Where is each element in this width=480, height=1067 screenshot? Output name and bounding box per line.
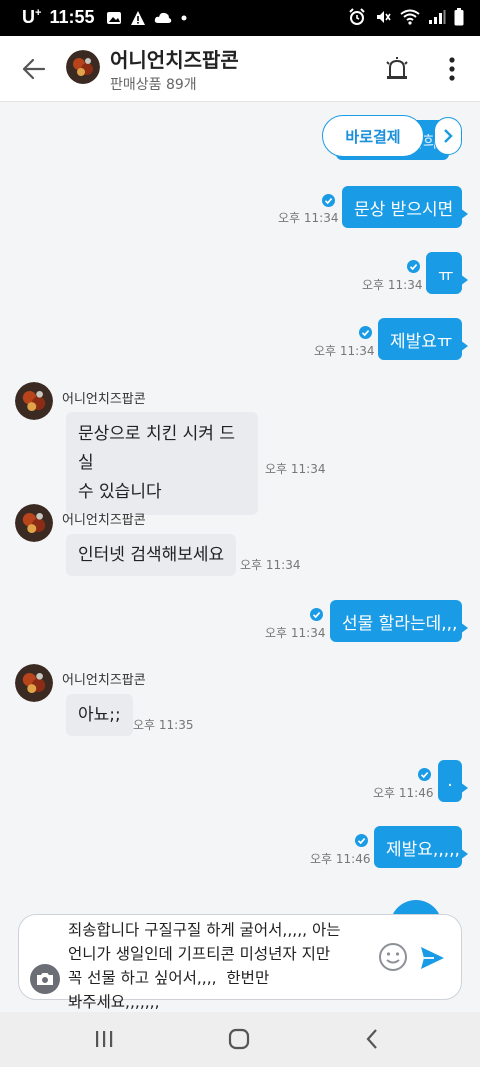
home-icon[interactable] (228, 1028, 250, 1050)
dot-icon (181, 15, 187, 20)
message-bubble-outgoing[interactable]: 문상 받으시면 (342, 186, 468, 228)
clock: 11:55 (49, 7, 95, 27)
recents-icon[interactable] (94, 1030, 114, 1048)
chat-header: 어니언치즈팝콘 판매상품 89개 (0, 36, 480, 102)
message-bubble-outgoing[interactable]: ㅠ (426, 252, 468, 294)
sender-avatar[interactable] (15, 382, 53, 420)
read-check-icon (418, 768, 431, 781)
quick-pay-expand[interactable] (434, 117, 462, 155)
message-time: 오후 11:35 (133, 718, 194, 732)
message-time: 오후 11:34 (265, 462, 326, 476)
seller-avatar[interactable] (66, 50, 100, 84)
message-time: 오후 11:34 (265, 626, 326, 640)
read-check-icon (407, 260, 420, 273)
gallery-icon (107, 11, 122, 24)
sender-avatar[interactable] (15, 664, 53, 702)
status-bar: U+ 11:55 (0, 0, 480, 36)
sender-avatar[interactable] (15, 504, 53, 542)
warning-icon (131, 10, 146, 25)
message-time: 오후 11:46 (373, 786, 434, 800)
message-bubble-outgoing[interactable]: . (438, 760, 468, 802)
message-bubble-incoming[interactable]: 문상으로 치킨 시켜 드실 수 있습니다 (66, 412, 258, 515)
siren-icon[interactable] (384, 56, 410, 82)
camera-icon (37, 973, 53, 985)
wifi-icon (400, 9, 420, 25)
signal-icon (429, 10, 446, 24)
mute-icon (377, 11, 391, 23)
message-time: 오후 11:34 (314, 344, 375, 358)
quick-pay-button[interactable]: 바로결제 (322, 115, 424, 157)
message-input[interactable]: 죄송합니다 구질구질 하게 굴어서,,,,, 아는 언니가 생일인데 기프티콘 … (68, 918, 374, 1014)
system-nav-bar (0, 1012, 480, 1067)
read-check-icon (359, 326, 372, 339)
sender-name: 어니언치즈팝콘 (62, 673, 146, 688)
sender-name: 어니언치즈팝콘 (62, 392, 146, 407)
message-time: 오후 11:34 (240, 558, 301, 572)
message-bubble-incoming[interactable]: 인터넷 검색해보세요 (66, 534, 237, 576)
battery-icon (454, 8, 464, 26)
more-vertical-icon[interactable] (440, 54, 464, 84)
sender-name: 어니언치즈팝콘 (62, 513, 146, 528)
back-arrow-icon[interactable] (16, 52, 50, 86)
message-time: 오후 11:34 (362, 278, 423, 292)
chat-subtitle[interactable]: 판매상품 89개 (110, 74, 197, 94)
message-bubble-incoming[interactable]: 아뇨;; (66, 694, 133, 736)
carrier-label: U+ (22, 7, 42, 27)
message-bubble-outgoing[interactable]: 선물 할라는데,,, (330, 600, 468, 642)
message-time: 오후 11:34 (278, 211, 339, 225)
read-check-icon (310, 608, 323, 621)
emoji-icon[interactable] (378, 942, 408, 972)
chevron-right-icon (444, 129, 453, 143)
read-check-icon (355, 834, 368, 847)
message-bubble-outgoing[interactable]: 제발요ㅠ (378, 318, 468, 360)
camera-button[interactable] (30, 964, 60, 994)
alarm-icon (349, 8, 365, 25)
nav-back-icon[interactable] (364, 1028, 380, 1050)
send-icon[interactable] (418, 944, 446, 972)
chat-title: 어니언치즈팝콘 (110, 48, 239, 72)
cloud-icon (155, 12, 172, 23)
message-time: 오후 11:46 (310, 852, 371, 866)
message-bubble-outgoing[interactable]: 제발요,,,,, (374, 826, 468, 868)
read-check-icon (322, 194, 335, 207)
